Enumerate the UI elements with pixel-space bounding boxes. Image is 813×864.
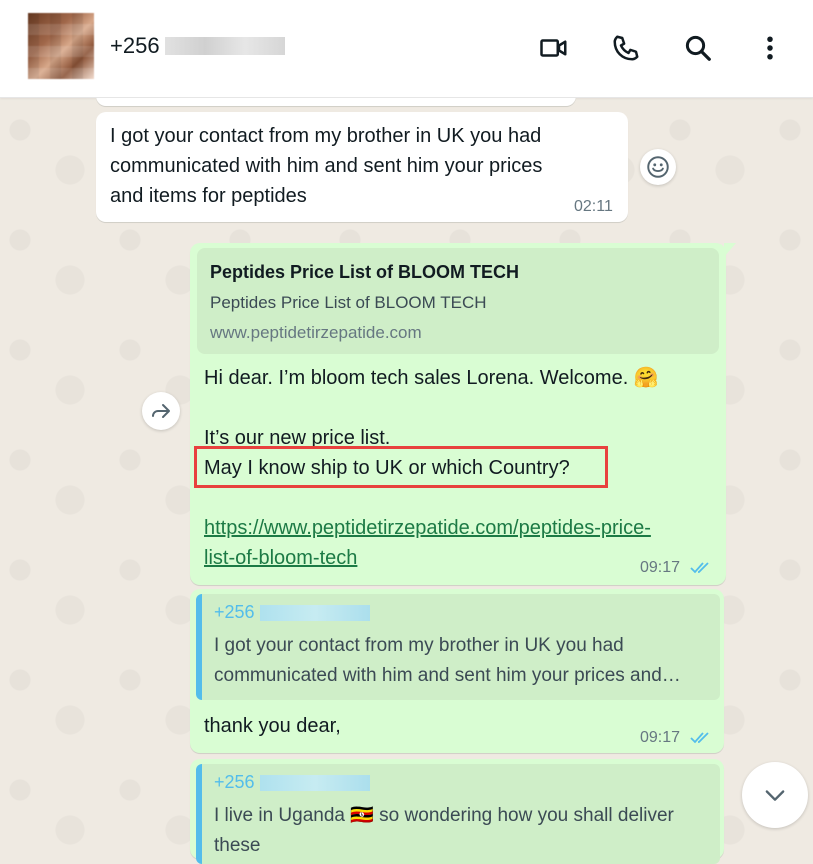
quoted-message[interactable]: +256 I live in Uganda 🇺🇬 so wondering ho… (196, 764, 720, 864)
scroll-to-bottom-button[interactable] (742, 762, 808, 828)
search-icon[interactable] (680, 30, 716, 66)
message-line: communicated with him and sent him your … (110, 155, 543, 177)
link-preview-description: Peptides Price List of BLOOM TECH (210, 293, 487, 312)
menu-icon[interactable] (752, 30, 788, 66)
bubble-tail (724, 243, 736, 257)
chevron-down-icon (765, 790, 785, 801)
quoted-author-text: +256 (214, 772, 255, 792)
double-check-read-icon (690, 732, 709, 744)
redacted-phone-number (165, 37, 285, 55)
link-preview-domain: www.peptidetirzepatide.com (210, 323, 422, 342)
redacted-phone-number (259, 775, 370, 792)
contact-name[interactable]: +256 (110, 33, 160, 59)
link-preview-card[interactable]: Peptides Price List of BLOOM TECH Peptid… (197, 248, 719, 354)
message-line: I got your contact from my brother in UK… (110, 125, 542, 147)
message-text: I got your contact from my brother in UK… (110, 121, 542, 211)
quoted-line: these (214, 835, 261, 856)
outgoing-message-partial[interactable]: +256 I live in Uganda 🇺🇬 so wondering ho… (190, 759, 724, 864)
outgoing-message-reply[interactable]: +256 I got your contact from my brother … (190, 589, 724, 753)
quoted-author: +256 (214, 772, 370, 793)
message-line: Hi dear. I’m bloom tech sales Lorena. We… (204, 367, 659, 389)
quoted-line: I got your contact from my brother in UK… (214, 635, 624, 656)
emoji-reaction-button[interactable] (640, 149, 676, 185)
quoted-line: communicated with him and sent him your … (214, 665, 681, 686)
quoted-line: I live in Uganda 🇺🇬 so wondering how you… (214, 805, 674, 826)
contact-avatar[interactable] (28, 13, 94, 79)
incoming-message[interactable]: I got your contact from my brother in UK… (96, 112, 628, 222)
message-time: 02:11 (574, 198, 613, 215)
message-text: thank you dear, (204, 715, 341, 737)
message-time: 09:17 (640, 729, 681, 746)
price-list-link[interactable]: https://www.peptidetirzepatide.com/pepti… (204, 513, 714, 543)
quoted-author-text: +256 (214, 602, 255, 622)
highlight-annotation (194, 446, 608, 488)
quoted-author: +256 (214, 602, 370, 623)
link-preview-title: Peptides Price List of BLOOM TECH (210, 262, 520, 282)
forward-icon (152, 404, 170, 418)
double-check-read-icon (690, 562, 709, 574)
header-cover: +256 (0, 0, 813, 98)
message-time: 09:17 (640, 559, 681, 576)
outgoing-message-price-list[interactable]: Peptides Price List of BLOOM TECH Peptid… (190, 243, 726, 585)
smiley-icon (647, 156, 669, 178)
message-line: and items for peptides (110, 185, 307, 207)
video-call-icon[interactable] (536, 30, 572, 66)
quoted-message[interactable]: +256 I got your contact from my brother … (196, 594, 720, 700)
forward-button[interactable] (142, 392, 180, 430)
voice-call-icon[interactable] (608, 30, 644, 66)
price-list-link[interactable]: list-of-bloom-tech (204, 543, 714, 573)
redacted-phone-number (259, 605, 370, 622)
